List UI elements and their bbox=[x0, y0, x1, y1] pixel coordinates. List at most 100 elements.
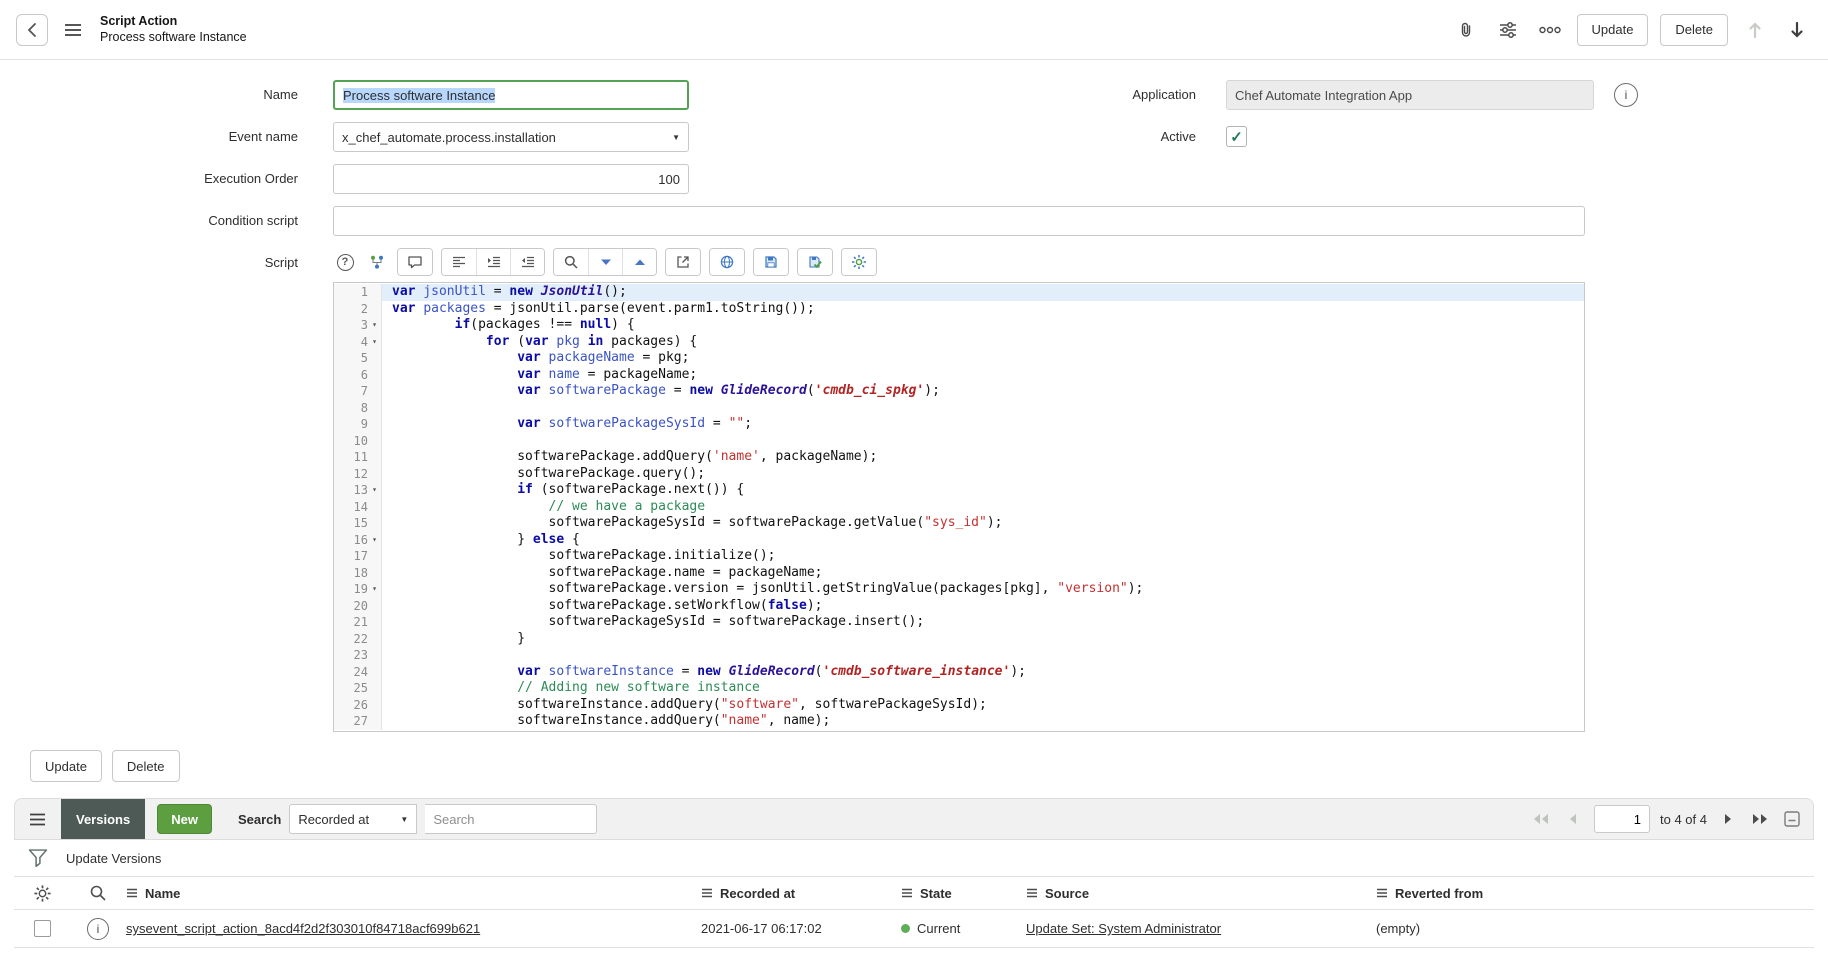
collapse-list-icon-button[interactable] bbox=[1781, 807, 1803, 831]
column-header-state[interactable]: State bbox=[901, 886, 1026, 901]
code-line: 8 bbox=[334, 400, 1584, 417]
event-name-select[interactable]: x_chef_automate.process.installation ▼ bbox=[333, 122, 689, 152]
list-menu-icon-button[interactable] bbox=[21, 798, 53, 840]
execution-order-label: Execution Order bbox=[0, 164, 298, 194]
code-line: 16▾ } else { bbox=[334, 532, 1584, 549]
code-line: 6 var name = packageName; bbox=[334, 367, 1584, 384]
page-range-label: to 4 of 4 bbox=[1660, 812, 1707, 827]
search-icon-button[interactable] bbox=[554, 249, 588, 275]
last-page-icon-button[interactable] bbox=[1749, 807, 1771, 831]
new-button[interactable]: New bbox=[157, 804, 212, 834]
toolbar-group bbox=[397, 248, 433, 276]
condition-script-row: Condition script bbox=[0, 206, 1828, 236]
line-number: 7 bbox=[361, 383, 368, 400]
search-column-select[interactable]: Recorded at ▼ bbox=[289, 804, 417, 834]
line-number: 23 bbox=[354, 647, 368, 664]
row-select-cell bbox=[14, 920, 70, 937]
code-lines: 1var jsonUtil = new JsonUtil();2var pack… bbox=[334, 284, 1584, 730]
back-button[interactable] bbox=[16, 14, 48, 46]
column-header-source[interactable]: Source bbox=[1026, 886, 1376, 901]
cell-name: sysevent_script_action_8acd4f2d2f303010f… bbox=[126, 921, 701, 936]
save-icon-button[interactable] bbox=[754, 249, 788, 275]
code-line: 21 softwarePackageSysId = softwarePackag… bbox=[334, 614, 1584, 631]
name-input[interactable]: Process software Instance bbox=[333, 80, 689, 110]
list-search-input[interactable] bbox=[425, 804, 597, 834]
first-page-icon-button[interactable] bbox=[1530, 807, 1552, 831]
column-header-reverted-from[interactable]: Reverted from bbox=[1376, 886, 1814, 901]
save-and-check-icon-button[interactable] bbox=[798, 249, 832, 275]
find-previous-icon-button[interactable] bbox=[622, 249, 656, 275]
line-number: 20 bbox=[354, 598, 368, 615]
execution-order-input[interactable]: 100 bbox=[333, 164, 689, 194]
outdent-icon-button[interactable] bbox=[510, 249, 544, 275]
format-code-icon-button[interactable] bbox=[442, 249, 476, 275]
api-docs-icon-button[interactable] bbox=[710, 249, 744, 275]
list-column-headers: Name Recorded at State Source Reverted f… bbox=[14, 876, 1814, 910]
record-link[interactable]: sysevent_script_action_8acd4f2d2f303010f… bbox=[126, 921, 480, 936]
chevron-down-icon: ▼ bbox=[400, 815, 408, 824]
fold-icon[interactable]: ▾ bbox=[368, 334, 381, 351]
previous-page-icon-button[interactable] bbox=[1562, 807, 1584, 831]
next-record-icon-button[interactable] bbox=[1782, 15, 1812, 45]
checkmark-icon: ✓ bbox=[1230, 128, 1243, 146]
script-label: Script bbox=[0, 248, 298, 278]
active-checkbox[interactable]: ✓ bbox=[1226, 126, 1247, 147]
open-in-new-icon-button[interactable] bbox=[666, 249, 700, 275]
more-options-icon-button[interactable] bbox=[1535, 15, 1565, 45]
fold-icon[interactable]: ▾ bbox=[368, 482, 381, 499]
code-line: 9 var softwarePackageSysId = ""; bbox=[334, 416, 1584, 433]
line-number: 13 bbox=[354, 482, 368, 499]
column-header-name[interactable]: Name bbox=[126, 886, 701, 901]
column-menu-icon bbox=[901, 888, 913, 898]
page-number-input[interactable] bbox=[1594, 805, 1650, 833]
line-number: 17 bbox=[354, 548, 368, 565]
code-line: 17 softwarePackage.initialize(); bbox=[334, 548, 1584, 565]
line-number: 22 bbox=[354, 631, 368, 648]
breadcrumb[interactable]: Update Versions bbox=[66, 851, 161, 866]
fold-icon[interactable]: ▾ bbox=[368, 581, 381, 598]
row-checkbox[interactable] bbox=[34, 920, 51, 937]
column-menu-icon bbox=[1376, 888, 1388, 898]
line-number: 15 bbox=[354, 515, 368, 532]
search-icon[interactable] bbox=[89, 884, 107, 902]
info-icon[interactable]: i bbox=[87, 918, 109, 940]
code-line: 23 bbox=[334, 647, 1584, 664]
script-editor[interactable]: 1var jsonUtil = new JsonUtil();2var pack… bbox=[333, 282, 1585, 732]
name-row: Name Process software Instance Applicati… bbox=[0, 80, 1828, 110]
personalize-form-icon-button[interactable] bbox=[1493, 15, 1523, 45]
previous-record-icon-button[interactable] bbox=[1740, 15, 1770, 45]
help-icon-button[interactable]: ? bbox=[333, 249, 357, 275]
attachment-icon-button[interactable] bbox=[1451, 15, 1481, 45]
comment-icon-button[interactable] bbox=[398, 249, 432, 275]
condition-script-input[interactable] bbox=[333, 206, 1585, 236]
event-name-row: Event name x_chef_automate.process.insta… bbox=[0, 122, 1828, 152]
update-button[interactable]: Update bbox=[1577, 14, 1649, 46]
source-link[interactable]: Update Set: System Administrator bbox=[1026, 921, 1221, 936]
code-line: 13▾ if (softwarePackage.next()) { bbox=[334, 482, 1584, 499]
line-number: 12 bbox=[354, 466, 368, 483]
context-menu-icon-button[interactable] bbox=[58, 15, 88, 45]
column-header-recorded-at[interactable]: Recorded at bbox=[701, 886, 901, 901]
editor-settings-icon-button[interactable] bbox=[842, 249, 876, 275]
line-number: 2 bbox=[361, 301, 368, 318]
cell-source: Update Set: System Administrator bbox=[1026, 921, 1376, 936]
application-info-icon[interactable]: i bbox=[1614, 83, 1638, 107]
line-number: 26 bbox=[354, 697, 368, 714]
fold-icon[interactable]: ▾ bbox=[368, 532, 381, 549]
fold-icon[interactable]: ▾ bbox=[368, 317, 381, 334]
next-page-icon-button[interactable] bbox=[1717, 807, 1739, 831]
code-line: 26 softwareInstance.addQuery("software",… bbox=[334, 697, 1584, 714]
footer-update-button[interactable]: Update bbox=[30, 750, 102, 782]
indent-icon-button[interactable] bbox=[476, 249, 510, 275]
footer-delete-button[interactable]: Delete bbox=[112, 750, 180, 782]
syntax-tree-icon-button[interactable] bbox=[365, 249, 389, 275]
tab-versions[interactable]: Versions bbox=[61, 798, 145, 840]
next-page-icon bbox=[1723, 813, 1733, 825]
find-next-icon-button[interactable] bbox=[588, 249, 622, 275]
gear-icon[interactable] bbox=[33, 884, 52, 903]
filter-funnel-icon[interactable] bbox=[28, 849, 48, 867]
toolbar-group bbox=[441, 248, 545, 276]
code-line: 22 } bbox=[334, 631, 1584, 648]
delete-button[interactable]: Delete bbox=[1660, 14, 1728, 46]
cell-reverted-from: (empty) bbox=[1376, 921, 1814, 936]
